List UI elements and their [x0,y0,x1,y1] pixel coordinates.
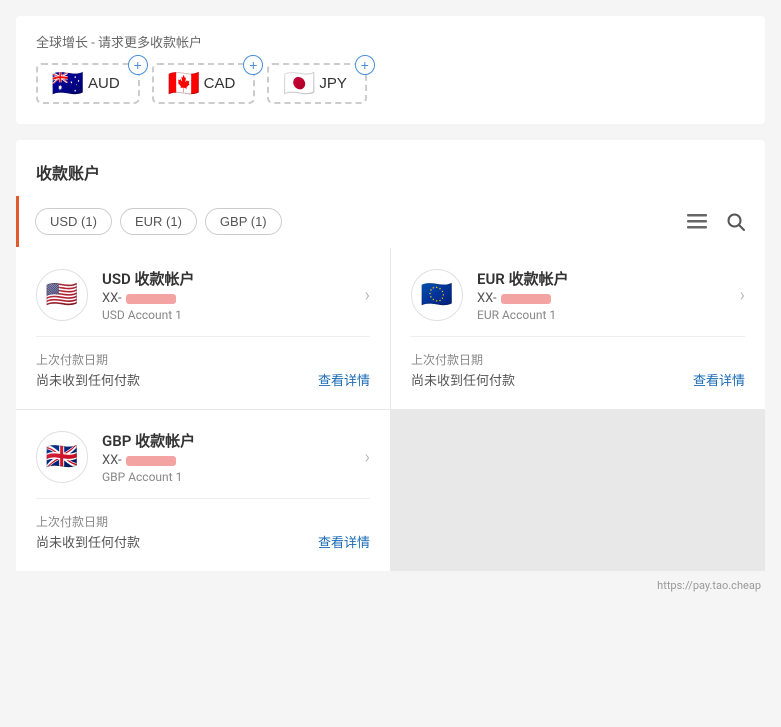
usd-account-card[interactable]: 🇺🇸 USD 收款帐户 XX- USD Account 1 › [16,248,390,409]
plus-icon-cad: + [243,55,263,75]
gbp-account-card[interactable]: 🇬🇧 GBP 收款帐户 XX- GBP Account 1 › [16,410,390,571]
usd-account-name: USD 收款帐户 [102,268,195,289]
usd-divider [36,336,370,337]
gbp-payment-status: 尚未收到任何付款 [36,532,140,551]
list-view-icon-button[interactable] [683,210,711,234]
cad-label: CAD [204,75,236,92]
eur-divider [411,336,745,337]
accounts-section: 收款账户 USD (1) EUR (1) GBP (1) [16,140,765,571]
eur-account-number: XX- [477,291,569,306]
eur-account-alias: EUR Account 1 [477,308,569,322]
search-icon [727,213,745,231]
gbp-account-alias: GBP Account 1 [102,470,195,484]
filter-tab-gbp[interactable]: GBP (1) [205,208,282,235]
usd-account-details: USD 收款帐户 XX- USD Account 1 [102,268,195,322]
gbp-chevron-right-icon: › [365,447,370,468]
eur-flag-icon: 🇪🇺 [421,280,453,310]
gbp-view-details-link[interactable]: 查看详情 [318,532,370,551]
global-growth-section: 全球增长 - 请求更多收款帐户 + 🇦🇺 AUD + 🇨🇦 CAD + 🇯🇵 J… [16,16,765,124]
currency-buttons-container: + 🇦🇺 AUD + 🇨🇦 CAD + 🇯🇵 JPY [36,63,745,104]
add-aud-button[interactable]: + 🇦🇺 AUD [36,63,140,104]
usd-view-details-link[interactable]: 查看详情 [318,370,370,389]
gbp-flag-circle: 🇬🇧 [36,431,88,483]
usd-card-inner: 🇺🇸 USD 收款帐户 XX- USD Account 1 › [36,268,370,389]
filter-bar: USD (1) EUR (1) GBP (1) [16,196,765,247]
gbp-divider [36,498,370,499]
add-jpy-button[interactable]: + 🇯🇵 JPY [267,63,367,104]
filter-tab-usd[interactable]: USD (1) [35,208,112,235]
gbp-flag-icon: 🇬🇧 [46,442,78,472]
eur-account-footer: 上次付款日期 尚未收到任何付款 查看详情 [411,351,745,389]
jpy-label: JPY [319,75,347,92]
plus-icon-jpy: + [355,55,375,75]
section-title: 收款账户 [16,140,765,196]
eur-view-details-link[interactable]: 查看详情 [693,370,745,389]
accounts-grid: 🇺🇸 USD 收款帐户 XX- USD Account 1 › [16,248,765,571]
eur-card-inner: 🇪🇺 EUR 收款帐户 XX- EUR Account 1 › [411,268,745,389]
search-icon-button[interactable] [723,209,749,235]
gbp-account-details: GBP 收款帐户 XX- GBP Account 1 [102,430,195,484]
page-wrapper: 全球增长 - 请求更多收款帐户 + 🇦🇺 AUD + 🇨🇦 CAD + 🇯🇵 J… [0,0,781,727]
usd-account-alias: USD Account 1 [102,308,195,322]
gbp-account-footer: 上次付款日期 尚未收到任何付款 查看详情 [36,513,370,551]
bottom-url: https://pay.tao.cheap [16,571,765,592]
list-icon [687,214,707,230]
gbp-account-number: XX- [102,453,195,468]
usd-chevron-right-icon: › [365,285,370,306]
gbp-payment-label: 上次付款日期 [36,513,140,530]
filter-tab-eur[interactable]: EUR (1) [120,208,197,235]
usd-payment-label: 上次付款日期 [36,351,140,368]
cad-flag-icon: 🇨🇦 [172,76,196,92]
eur-account-name: EUR 收款帐户 [477,268,569,289]
usd-flag-icon: 🇺🇸 [46,280,78,310]
jpy-flag-icon: 🇯🇵 [287,76,311,92]
eur-flag-circle: 🇪🇺 [411,269,463,321]
gbp-account-name: GBP 收款帐户 [102,430,195,451]
gbp-card-inner: 🇬🇧 GBP 收款帐户 XX- GBP Account 1 › [36,430,370,551]
gbp-account-info: 🇬🇧 GBP 收款帐户 XX- GBP Account 1 [36,430,195,484]
usd-payment-status: 尚未收到任何付款 [36,370,140,389]
aud-flag-icon: 🇦🇺 [56,76,80,92]
aud-label: AUD [88,75,120,92]
usd-flag-circle: 🇺🇸 [36,269,88,321]
eur-payment-info: 上次付款日期 尚未收到任何付款 [411,351,515,389]
usd-redacted-number [126,294,176,304]
gbp-redacted-number [126,456,176,466]
eur-account-card[interactable]: 🇪🇺 EUR 收款帐户 XX- EUR Account 1 › [391,248,765,409]
usd-account-footer: 上次付款日期 尚未收到任何付款 查看详情 [36,351,370,389]
filter-tabs: USD (1) EUR (1) GBP (1) [35,208,683,235]
usd-account-number: XX- [102,291,195,306]
global-growth-title: 全球增长 - 请求更多收款帐户 [36,32,745,51]
eur-account-header: 🇪🇺 EUR 收款帐户 XX- EUR Account 1 › [411,268,745,322]
eur-chevron-right-icon: › [740,285,745,306]
usd-payment-info: 上次付款日期 尚未收到任何付款 [36,351,140,389]
add-cad-button[interactable]: + 🇨🇦 CAD [152,63,256,104]
filter-actions [683,209,749,235]
eur-account-info: 🇪🇺 EUR 收款帐户 XX- EUR Account 1 [411,268,569,322]
eur-account-details: EUR 收款帐户 XX- EUR Account 1 [477,268,569,322]
eur-redacted-number [501,294,551,304]
usd-account-header: 🇺🇸 USD 收款帐户 XX- USD Account 1 › [36,268,370,322]
gbp-account-header: 🇬🇧 GBP 收款帐户 XX- GBP Account 1 › [36,430,370,484]
plus-icon-aud: + [128,55,148,75]
eur-payment-label: 上次付款日期 [411,351,515,368]
usd-account-info: 🇺🇸 USD 收款帐户 XX- USD Account 1 [36,268,195,322]
eur-payment-status: 尚未收到任何付款 [411,370,515,389]
gbp-payment-info: 上次付款日期 尚未收到任何付款 [36,513,140,551]
